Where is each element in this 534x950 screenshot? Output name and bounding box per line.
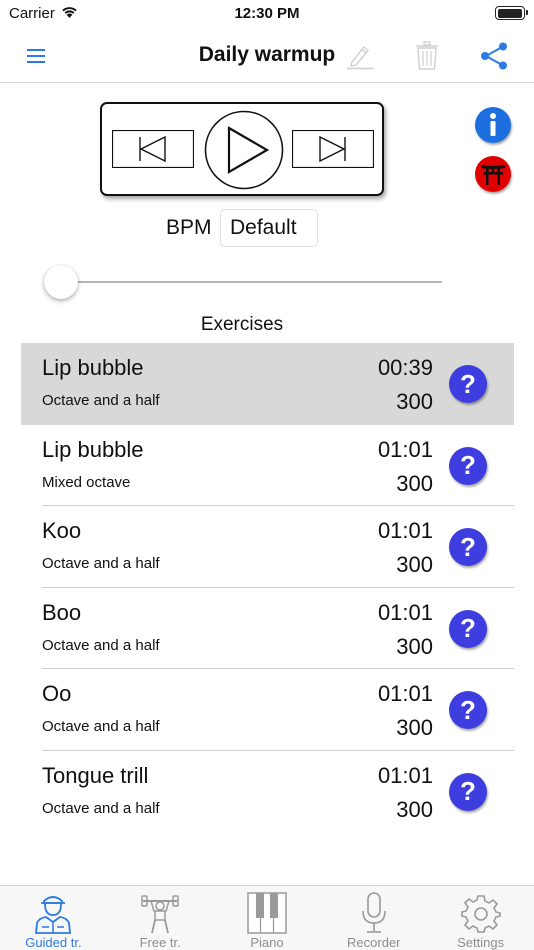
exercise-name: Tongue trill (42, 762, 149, 788)
exercise-name: Oo (42, 681, 72, 706)
exercise-range: Octave and a half (42, 636, 160, 654)
piano-keys-icon (247, 891, 287, 935)
exercise-count: 300 (396, 470, 433, 496)
exercise-count: 300 (396, 633, 433, 659)
tab-label: Guided tr. (25, 935, 82, 950)
exercise-count: 300 (396, 552, 433, 577)
trainer-person-icon (33, 891, 73, 935)
exercise-count: 300 (396, 389, 433, 414)
battery-icon (495, 6, 528, 20)
play-button[interactable] (204, 110, 284, 190)
hamburger-menu-icon[interactable] (19, 39, 53, 73)
status-bar: Carrier 12:30 PM (0, 0, 534, 28)
help-icon[interactable]: ? (449, 365, 487, 403)
previous-exercise-button[interactable] (112, 130, 194, 168)
tab-recorder[interactable]: Recorder (320, 886, 427, 950)
exercise-list: Lip bubble Octave and a half 00:39 300 ?… (21, 343, 514, 832)
share-icon[interactable] (477, 39, 511, 73)
next-exercise-button[interactable] (292, 130, 374, 168)
exercise-duration: 01:01 (377, 518, 433, 543)
help-icon[interactable]: ? (449, 691, 487, 729)
tab-label: Piano (250, 935, 284, 950)
tab-piano[interactable]: Piano (214, 886, 321, 950)
bpm-input[interactable]: Default (220, 209, 318, 247)
exercise-range: Mixed octave (42, 473, 131, 491)
bpm-label: BPM (166, 216, 212, 239)
tab-bar: Guided tr. Free tr. Piano Recorder Setti… (0, 885, 534, 950)
tab-guided-training[interactable]: Guided tr. (0, 886, 107, 950)
exercise-count: 300 (396, 715, 433, 740)
gear-icon (460, 891, 501, 935)
help-icon[interactable]: ? (449, 446, 487, 485)
help-icon[interactable]: ? (449, 609, 487, 648)
exercise-range: Octave and a half (42, 799, 160, 817)
tab-label: Free tr. (139, 935, 181, 950)
tab-label: Settings (457, 935, 505, 950)
page-title: Daily warmup (198, 43, 336, 66)
exercise-name: Lip bubble (42, 436, 144, 462)
exercises-heading: Exercises (200, 314, 284, 335)
exercise-count: 300 (396, 796, 433, 822)
play-icon (204, 110, 284, 190)
help-icon[interactable]: ? (449, 528, 487, 566)
exercise-row[interactable]: Tongue trill Octave and a half 01:01 300… (21, 750, 514, 832)
microphone-icon (354, 891, 394, 935)
exercise-name: Boo (42, 599, 82, 625)
tab-settings[interactable]: Settings (427, 886, 534, 950)
pencil-icon[interactable] (342, 39, 376, 73)
help-icon[interactable]: ? (449, 772, 487, 811)
exercise-duration: 01:01 (377, 762, 433, 788)
trash-icon[interactable] (410, 39, 444, 73)
bpm-slider[interactable] (44, 265, 442, 299)
exercise-range: Octave and a half (42, 718, 160, 735)
exercise-row[interactable]: Oo Octave and a half 01:01 300 ? (21, 669, 514, 751)
playback-controls (100, 102, 384, 196)
torii-button[interactable] (475, 156, 511, 192)
slider-thumb[interactable] (44, 265, 78, 299)
navigation-bar: Daily warmup (0, 28, 534, 83)
exercise-range: Octave and a half (42, 392, 160, 409)
skip-previous-icon (112, 130, 194, 168)
exercise-row[interactable]: Koo Octave and a half 01:01 300 ? (21, 506, 514, 588)
exercise-row[interactable]: Lip bubble Octave and a half 00:39 300 ? (21, 343, 514, 425)
slider-track (60, 281, 442, 283)
exercise-name: Koo (42, 518, 82, 543)
exercise-name: Lip bubble (42, 355, 144, 380)
exercise-duration: 01:01 (377, 599, 433, 625)
battery-level (497, 8, 522, 18)
exercise-duration: 01:01 (377, 681, 433, 706)
info-icon (490, 113, 496, 136)
skip-next-icon (292, 130, 374, 168)
tab-label: Recorder (347, 935, 401, 950)
status-time: 12:30 PM (234, 5, 300, 22)
exercise-range: Octave and a half (42, 555, 160, 572)
exercise-row[interactable]: Boo Octave and a half 01:01 300 ? (21, 587, 514, 669)
tab-free-training[interactable]: Free tr. (107, 886, 214, 950)
exercise-duration: 00:39 (377, 355, 433, 380)
weightlifter-icon (140, 891, 180, 935)
torii-gate-icon (481, 165, 505, 185)
info-button[interactable] (475, 107, 511, 143)
exercise-duration: 01:01 (377, 436, 433, 462)
exercise-row[interactable]: Lip bubble Mixed octave 01:01 300 ? (21, 424, 514, 506)
